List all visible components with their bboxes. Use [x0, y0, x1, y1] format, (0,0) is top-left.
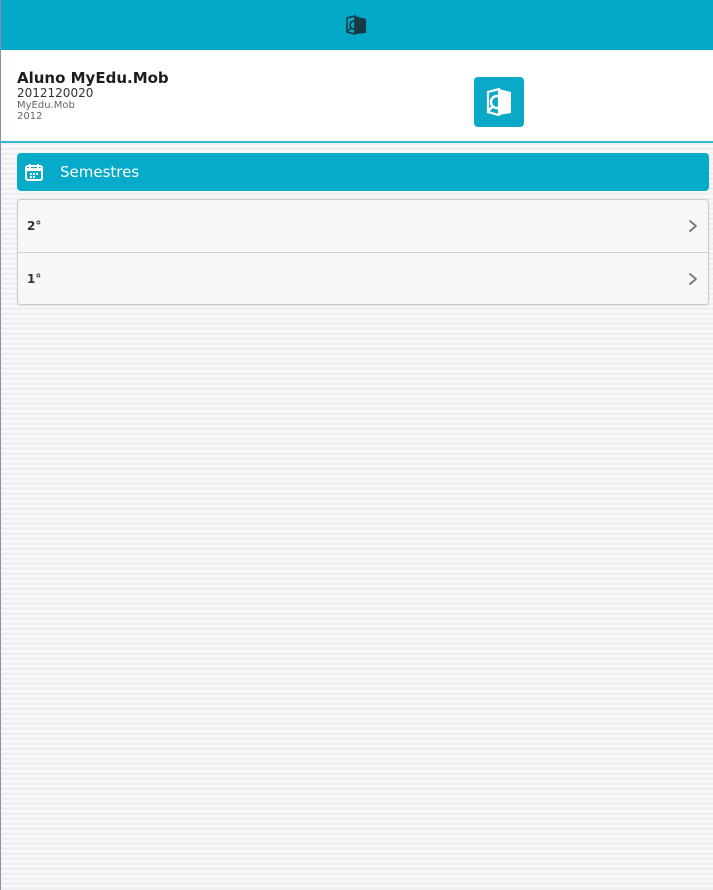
profile-name: Aluno MyEdu.Mob — [17, 69, 169, 87]
profile-year: 2012 — [17, 111, 43, 122]
semester-label: 1° — [27, 271, 42, 286]
profile-info: Aluno MyEdu.Mob 2012120020 MyEdu.Mob 201… — [17, 69, 169, 123]
semesters-header: Semestres — [17, 153, 709, 191]
profile-card: Aluno MyEdu.Mob 2012120020 MyEdu.Mob 201… — [1, 50, 713, 143]
semester-item-1[interactable]: 1° — [18, 252, 708, 304]
search-document-icon — [345, 15, 369, 35]
chevron-right-icon — [689, 220, 697, 232]
institution-name: MyEdu.Mob — [17, 100, 75, 111]
app-screen: Aluno MyEdu.Mob 2012120020 MyEdu.Mob 201… — [0, 0, 713, 890]
chevron-right-icon — [689, 272, 697, 285]
semester-list: 2° 1° — [17, 199, 709, 305]
semesters-title: Semestres — [60, 163, 140, 181]
calendar-icon — [25, 164, 43, 181]
search-document-icon — [474, 77, 524, 127]
semester-label: 2° — [27, 219, 42, 233]
top-bar — [1, 0, 713, 50]
semester-item-2[interactable]: 2° — [18, 200, 708, 252]
student-id: 2012120020 — [17, 86, 94, 100]
